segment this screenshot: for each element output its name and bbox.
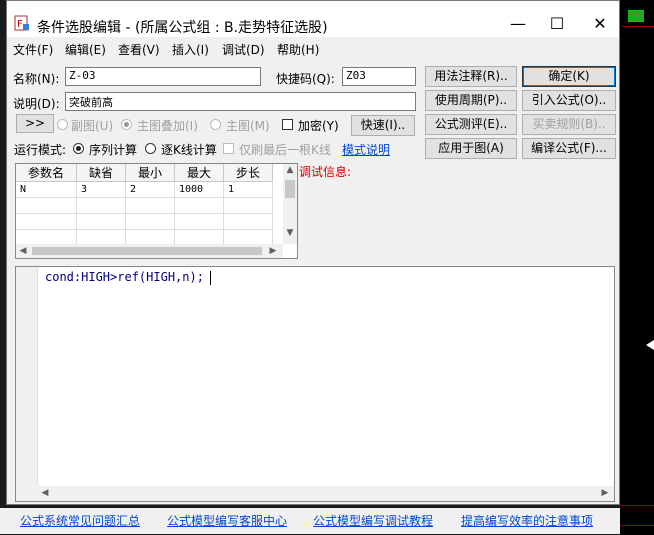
last-bar-checkbox[interactable] [223,143,234,154]
formula-editor-window: F 条件选股编辑 - (所属公式组 : B.走势特征选股) — ☐ ✕ 文件(F… [6,0,620,505]
encrypt-checkbox[interactable] [282,119,293,130]
maximize-button[interactable]: ☐ [537,11,577,37]
background-arrow-icon [646,340,654,350]
main-overlay-radio[interactable] [121,119,132,130]
sub-chart-radio[interactable] [57,119,68,130]
apply-to-chart-button[interactable]: 应用于图(A) [425,138,517,159]
menu-help[interactable]: 帮助(H) [277,41,319,58]
code-editor[interactable]: cond:HIGH>ref(HIGH,n); ◀ ▶ [15,266,615,502]
background-app-panel [620,0,654,535]
trade-rules-button[interactable]: 买卖规则(B).. [522,114,616,135]
seq-calc-label: 序列计算 [89,143,138,157]
formula-test-button[interactable]: 公式测评(E).. [425,114,517,135]
sub-chart-label: 副图(U) [71,119,114,133]
column-header: 最大 [174,164,224,182]
shortcut-label: 快捷码(Q): [276,72,335,86]
app-icon: F [14,15,29,31]
table-cell[interactable]: 1 [223,181,273,198]
desc-input[interactable]: 突破前高 [65,92,416,111]
seq-calc-radio[interactable] [73,143,84,154]
code-text: cond:HIGH>ref(HIGH,n); [45,270,204,284]
menu-insert[interactable]: 插入(I) [172,41,209,58]
footer-links-bar: 公式系统常见问题汇总 公式模型编写客服中心 公式模型编写调试教程 提高编写效率的… [0,508,620,534]
scroll-thumb[interactable] [285,180,295,198]
table-cell[interactable]: 3 [76,181,126,198]
mode-help-link[interactable]: 模式说明 [342,141,390,158]
menu-file[interactable]: 文件(F) [13,41,53,58]
params-vscrollbar[interactable]: ▲ ▼ [283,164,297,244]
scroll-right-icon[interactable]: ▶ [598,488,612,498]
last-bar-label: 仅刷最后一根K线 [239,143,331,157]
column-header: 参数名 [16,164,77,182]
column-header: 缺省 [76,164,126,182]
kline-calc-radio[interactable] [145,143,156,154]
table-cell[interactable]: N [16,181,77,198]
compile-button[interactable]: 编译公式(F)... [522,138,616,159]
use-period-button[interactable]: 使用周期(P).. [425,90,517,111]
import-formula-button[interactable]: 引入公式(O).. [522,90,616,111]
table-cell[interactable]: 1000 [174,181,224,198]
scroll-right-icon[interactable]: ▶ [266,246,280,256]
scroll-thumb[interactable] [32,247,262,255]
support-center-link[interactable]: 公式模型编写客服中心 [167,512,287,529]
table-row[interactable] [16,197,273,214]
quick-button[interactable]: 快速(I).. [351,115,415,136]
table-row[interactable] [16,213,273,230]
encrypt-label: 加密(Y) [298,119,339,133]
faq-link[interactable]: 公式系统常见问题汇总 [20,512,140,529]
column-header: 步长 [223,164,273,182]
background-divider [620,505,654,506]
tutorial-link[interactable]: 公式模型编写调试教程 [313,512,433,529]
minimize-button[interactable]: — [498,11,538,37]
ok-button[interactable]: 确定(K) [522,66,616,87]
code-line[interactable]: cond:HIGH>ref(HIGH,n); [45,270,211,285]
table-cell[interactable]: 2 [125,181,175,198]
editor-hscrollbar[interactable]: ◀ ▶ [16,486,614,501]
scroll-left-icon[interactable]: ◀ [16,246,30,256]
params-hscrollbar[interactable]: ◀ ▶ [16,244,283,258]
main-overlay-label: 主图叠加(I) [137,119,198,133]
main-chart-radio[interactable] [210,119,221,130]
run-mode-label: 运行模式: [14,143,67,157]
close-button[interactable]: ✕ [580,11,620,37]
main-chart-label: 主图(M) [226,119,270,133]
menu-debug[interactable]: 调试(D) [222,41,265,58]
kline-calc-label: 逐K线计算 [161,143,217,157]
params-table: 参数名 缺省 最小 最大 步长 N 3 2 1000 1 ▲ ▼ ◀ ▶ [15,163,298,259]
background-status-icon [628,10,644,22]
title-bar[interactable]: F 条件选股编辑 - (所属公式组 : B.走势特征选股) — ☐ ✕ [7,1,619,37]
background-divider [620,525,654,526]
table-row[interactable]: N 3 2 1000 1 [16,181,273,198]
scroll-left-icon[interactable]: ◀ [38,488,52,498]
usage-notes-button[interactable]: 用法注释(R).. [425,66,517,87]
menu-bar: 文件(F) 编辑(E) 查看(V) 插入(I) 调试(D) 帮助(H) [7,39,619,59]
background-divider [622,26,654,27]
expand-button[interactable]: >> [16,114,54,133]
editor-gutter [16,267,38,486]
scroll-up-icon[interactable]: ▲ [283,165,297,175]
efficiency-tips-link[interactable]: 提高编写效率的注意事项 [461,512,593,529]
svg-text:F: F [17,19,23,30]
table-header-row: 参数名 缺省 最小 最大 步长 [16,164,273,182]
text-cursor [209,270,211,285]
desc-label: 说明(D): [13,97,60,111]
name-input[interactable]: Z-03 [65,67,261,86]
column-header: 最小 [125,164,175,182]
menu-view[interactable]: 查看(V) [118,41,160,58]
scroll-down-icon[interactable]: ▼ [283,228,297,238]
menu-edit[interactable]: 编辑(E) [65,41,106,58]
window-title: 条件选股编辑 - (所属公式组 : B.走势特征选股) [37,20,328,36]
debug-info-label: 调试信息: [299,165,352,179]
name-label: 名称(N): [13,72,60,86]
shortcut-input[interactable]: Z03 [342,67,416,86]
